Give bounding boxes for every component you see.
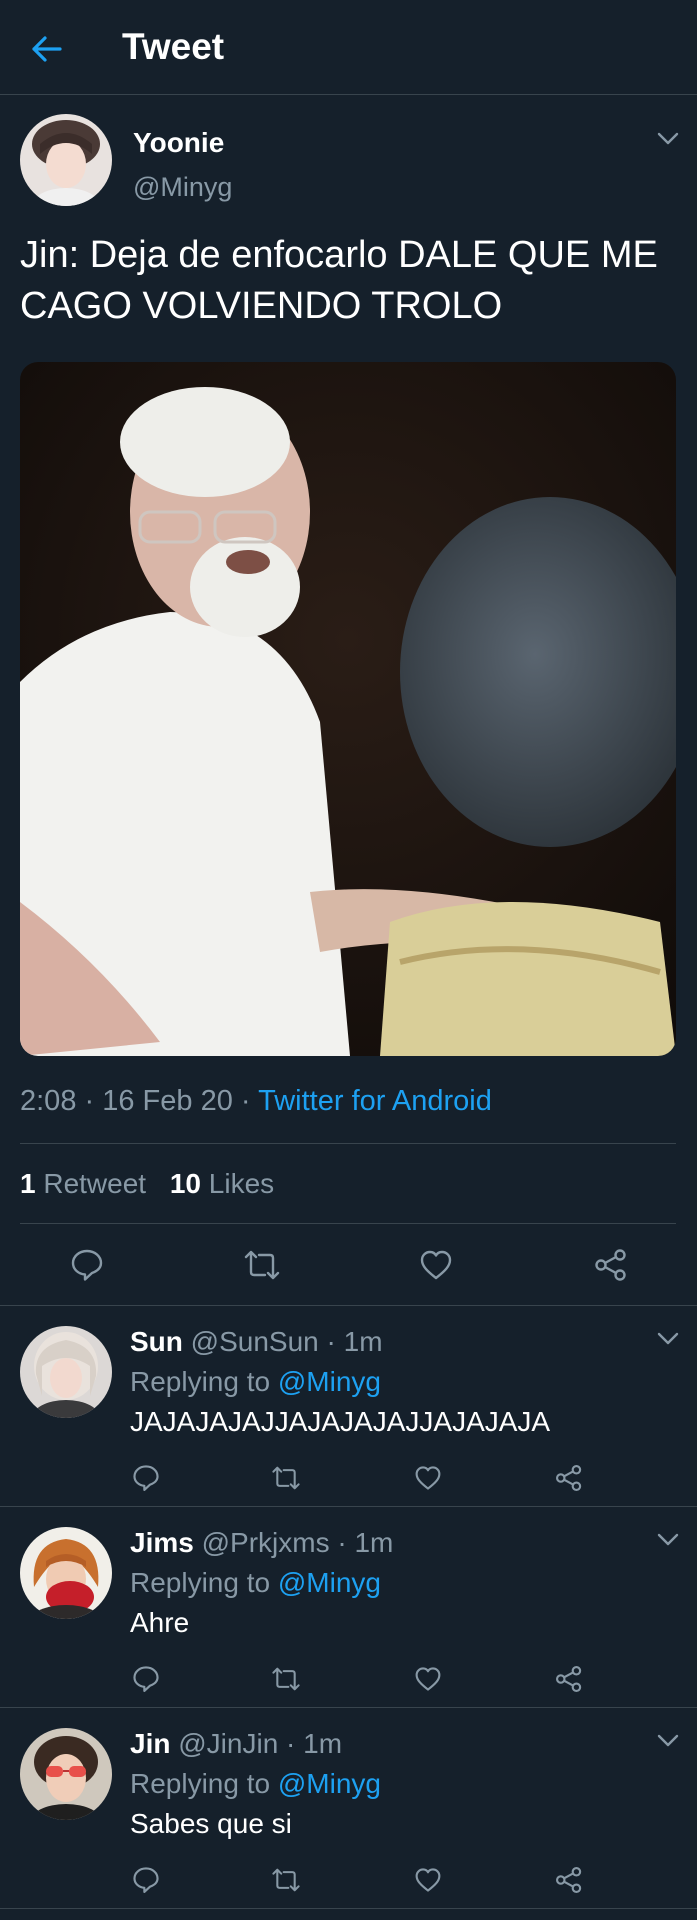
reply-time: 1m <box>354 1527 394 1558</box>
replying-to-label: Replying to <box>130 1366 271 1397</box>
reply-author-name[interactable]: Jims <box>130 1527 194 1558</box>
reply-like-button[interactable] <box>408 1659 448 1699</box>
retweet-icon <box>272 1868 300 1892</box>
reply-button[interactable] <box>62 1240 112 1290</box>
retweets-stat[interactable]: 1 Retweet <box>20 1168 146 1199</box>
reply-options-button[interactable] <box>650 1726 686 1756</box>
reply-header: Jin @JinJin · 1m <box>130 1728 342 1760</box>
reply-author-name[interactable]: Jin <box>130 1728 170 1759</box>
tweet-media[interactable] <box>20 362 676 1056</box>
reply-like-button[interactable] <box>408 1860 448 1900</box>
reply-text: Sabes que si <box>130 1808 292 1839</box>
reply-avatar[interactable] <box>20 1527 112 1619</box>
reply-share-button[interactable] <box>549 1659 589 1699</box>
replying-to-label: Replying to <box>130 1768 271 1799</box>
arrow-left-icon <box>32 36 62 62</box>
divider <box>20 1223 676 1224</box>
reply-item[interactable]: Sun @SunSun · 1m Replying to @Minyg JAJA… <box>0 1306 697 1506</box>
reply-icon <box>133 1465 159 1492</box>
like-label: Likes <box>208 1168 275 1199</box>
retweet-icon <box>272 1466 300 1490</box>
reply-author-handle[interactable]: @SunSun <box>191 1326 319 1357</box>
divider <box>0 1908 697 1909</box>
chevron-down-icon <box>657 132 679 145</box>
reply-reply-button[interactable] <box>126 1659 166 1699</box>
dot-separator: · <box>286 1728 304 1759</box>
reply-options-button[interactable] <box>650 1324 686 1354</box>
replying-to-label: Replying to <box>130 1567 271 1598</box>
retweet-button[interactable] <box>237 1240 287 1290</box>
tweet-text: Jin: Deja de enfocarlo DALE QUE ME CAGO … <box>20 234 658 327</box>
share-icon <box>555 1665 582 1693</box>
tweet-time: 2:08 <box>20 1085 77 1117</box>
reply-share-button[interactable] <box>549 1458 589 1498</box>
reply-share-button[interactable] <box>549 1860 589 1900</box>
likes-stat[interactable]: 10 Likes <box>170 1168 274 1199</box>
tweet-stats: 1 Retweet 10 Likes <box>20 1168 290 1200</box>
meta-separator: · <box>240 1085 259 1117</box>
heart-icon <box>415 1667 441 1691</box>
author-avatar[interactable] <box>20 114 112 206</box>
chevron-down-icon <box>657 1734 679 1747</box>
retweet-label: Retweet <box>43 1168 147 1199</box>
reply-retweet-button[interactable] <box>266 1659 306 1699</box>
reply-author-handle[interactable]: @JinJin <box>178 1728 278 1759</box>
tweet-options-button[interactable] <box>650 124 686 154</box>
replying-to: Replying to @Minyg <box>130 1567 381 1599</box>
share-icon <box>555 1464 582 1492</box>
reply-reply-button[interactable] <box>126 1860 166 1900</box>
reply-retweet-button[interactable] <box>266 1458 306 1498</box>
retweet-icon <box>272 1667 300 1691</box>
like-count: 10 <box>169 1168 202 1199</box>
reply-reply-button[interactable] <box>126 1458 166 1498</box>
mention-link[interactable]: @Minyg <box>278 1567 381 1598</box>
divider <box>20 1143 676 1144</box>
reply-icon <box>133 1867 159 1894</box>
reply-item[interactable]: Jims @Prkjxms · 1m Replying to @Minyg Ah… <box>0 1507 697 1707</box>
meta-separator: · <box>84 1085 103 1117</box>
tweet-source-link[interactable]: Twitter for Android <box>258 1085 492 1117</box>
author-handle[interactable]: @Minyg <box>133 172 232 203</box>
dot-separator: · <box>337 1527 355 1558</box>
heart-icon <box>415 1466 441 1490</box>
retweet-count: 1 <box>20 1168 36 1199</box>
reply-options-button[interactable] <box>650 1525 686 1555</box>
replying-to: Replying to @Minyg <box>130 1366 381 1398</box>
dot-separator: · <box>326 1326 344 1357</box>
reply-like-button[interactable] <box>408 1458 448 1498</box>
reply-time: 1m <box>303 1728 343 1759</box>
reply-time: 1m <box>343 1326 383 1357</box>
tweet-meta: 2:08 · 16 Feb 20 · Twitter for Android <box>20 1085 492 1118</box>
share-button[interactable] <box>586 1240 636 1290</box>
replying-to: Replying to @Minyg <box>130 1768 381 1800</box>
reply-avatar[interactable] <box>20 1728 112 1820</box>
reply-header: Jims @Prkjxms · 1m <box>130 1527 393 1559</box>
author-name[interactable]: Yoonie <box>133 127 224 159</box>
reply-author-name[interactable]: Sun <box>130 1326 183 1357</box>
mention-link[interactable]: @Minyg <box>278 1768 381 1799</box>
reply-text: Ahre <box>130 1607 190 1638</box>
reply-icon <box>71 1249 103 1281</box>
reply-item[interactable]: Jin @JinJin · 1m Replying to @Minyg Sabe… <box>0 1708 697 1908</box>
share-icon <box>595 1249 626 1281</box>
reply-author-handle[interactable]: @Prkjxms <box>202 1527 330 1558</box>
reply-retweet-button[interactable] <box>266 1860 306 1900</box>
like-button[interactable] <box>411 1240 461 1290</box>
page-title: Tweet <box>122 26 225 67</box>
mention-link[interactable]: @Minyg <box>278 1366 381 1397</box>
reply-header: Sun @SunSun · 1m <box>130 1326 383 1358</box>
heart-icon <box>415 1868 441 1892</box>
heart-icon <box>420 1250 452 1280</box>
share-icon <box>555 1866 582 1894</box>
reply-text: JAJAJAJAJJAJAJAJAJJAJAJAJA <box>130 1406 551 1437</box>
tweet-date: 16 Feb 20 <box>102 1085 233 1117</box>
retweet-icon <box>244 1250 280 1280</box>
chevron-down-icon <box>657 1332 679 1345</box>
back-button[interactable] <box>22 24 72 74</box>
top-bar: Tweet <box>0 0 697 95</box>
reply-avatar[interactable] <box>20 1326 112 1418</box>
reply-icon <box>133 1666 159 1693</box>
chevron-down-icon <box>657 1533 679 1546</box>
